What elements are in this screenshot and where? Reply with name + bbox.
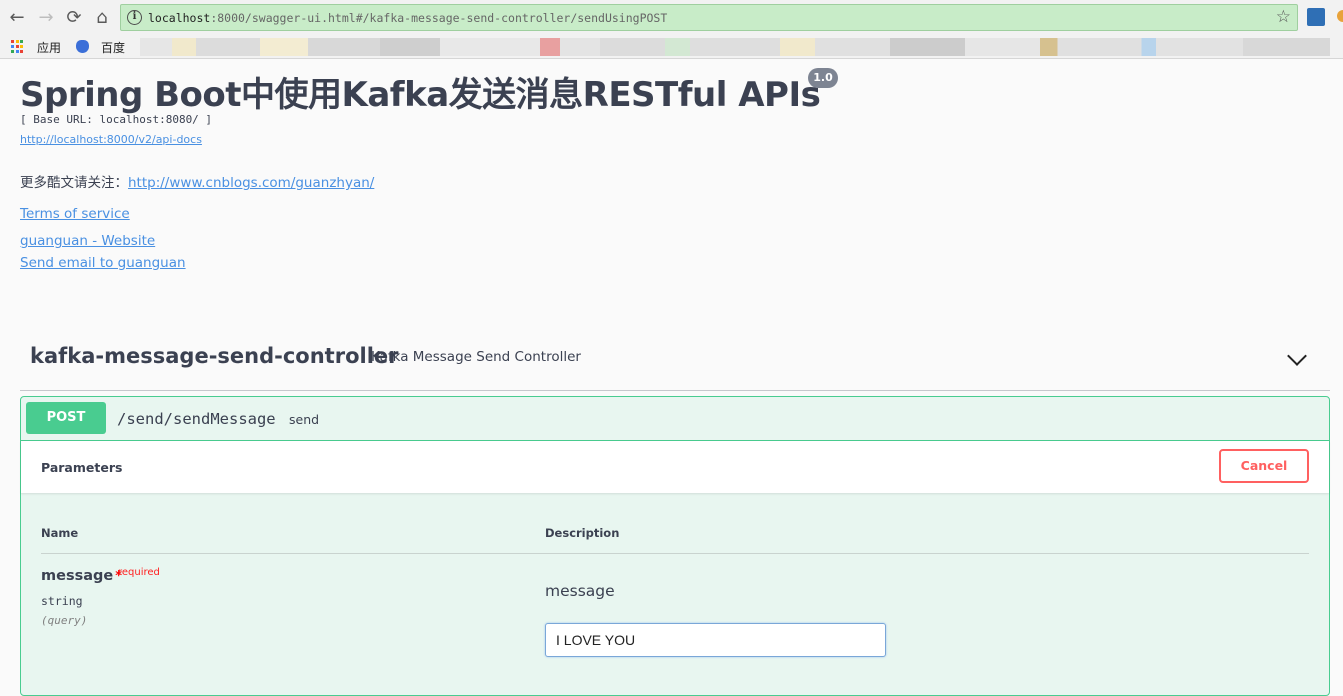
email-link[interactable]: Send email to guanguan bbox=[20, 255, 186, 271]
baidu-paw-icon[interactable] bbox=[76, 40, 89, 53]
operation-summary[interactable]: POST /send/sendMessage send bbox=[21, 397, 1329, 441]
bookmark-baidu[interactable]: 百度 bbox=[101, 39, 125, 56]
parameters-title: Parameters bbox=[41, 460, 123, 475]
back-arrow-icon[interactable]: ← bbox=[6, 6, 28, 28]
operation-block: POST /send/sendMessage send Parameters C… bbox=[20, 396, 1330, 696]
blurred-bookmarks bbox=[140, 38, 540, 56]
column-header-description: Description bbox=[545, 526, 620, 540]
address-bar[interactable]: i localhost:8000/swagger-ui.html#/kafka-… bbox=[120, 4, 1298, 31]
blurred-bookmarks bbox=[1040, 38, 1330, 56]
param-name-text: message bbox=[41, 568, 114, 584]
parameters-header: Parameters Cancel bbox=[21, 441, 1329, 493]
tag-name: kafka-message-send-controller bbox=[30, 344, 399, 368]
forward-arrow-icon[interactable]: → bbox=[35, 6, 57, 28]
chevron-down-icon[interactable] bbox=[1287, 346, 1307, 366]
extension-icon[interactable] bbox=[1337, 10, 1343, 22]
url-text[interactable]: localhost:8000/swagger-ui.html#/kafka-me… bbox=[148, 11, 667, 25]
param-name: message * bbox=[41, 568, 122, 584]
method-badge: POST bbox=[26, 402, 106, 434]
website-link[interactable]: guanguan - Website bbox=[20, 233, 155, 249]
blurred-bookmarks bbox=[540, 38, 1040, 56]
operation-summary-text: send bbox=[289, 412, 320, 427]
extension-icon[interactable] bbox=[1307, 8, 1325, 26]
tag-description: Kafka Message Send Controller bbox=[371, 349, 581, 365]
terms-link[interactable]: Terms of service bbox=[20, 206, 130, 222]
operation-path: /send/sendMessage bbox=[117, 410, 276, 428]
follow-text: 更多酷文请关注：http://www.cnblogs.com/guanzhyan… bbox=[20, 171, 374, 191]
tag-header[interactable]: kafka-message-send-controller Kafka Mess… bbox=[20, 338, 1330, 391]
url-path: :8000/swagger-ui.html#/kafka-message-sen… bbox=[210, 11, 668, 25]
param-location: (query) bbox=[41, 614, 88, 627]
param-type: string bbox=[41, 594, 83, 608]
divider bbox=[41, 553, 1309, 554]
home-icon[interactable]: ⌂ bbox=[91, 6, 113, 28]
column-header-name: Name bbox=[41, 526, 79, 540]
version-badge: 1.0 bbox=[808, 68, 838, 88]
apps-icon[interactable] bbox=[11, 40, 24, 53]
reload-icon[interactable]: ⟳ bbox=[63, 6, 85, 28]
message-input[interactable] bbox=[545, 623, 886, 657]
cancel-button[interactable]: Cancel bbox=[1219, 449, 1309, 483]
page-title: Spring Boot中使用Kafka发送消息RESTful APIs bbox=[20, 75, 821, 115]
info-icon[interactable]: i bbox=[127, 10, 142, 25]
browser-toolbar: ← → ⟳ ⌂ i localhost:8000/swagger-ui.html… bbox=[0, 0, 1343, 35]
follow-label: 更多酷文请关注： bbox=[20, 175, 128, 191]
base-url: [ Base URL: localhost:8080/ ] bbox=[20, 113, 213, 126]
bookmark-apps[interactable]: 应用 bbox=[37, 39, 61, 56]
url-host: localhost bbox=[148, 11, 211, 25]
required-label: required bbox=[118, 567, 160, 578]
api-docs-link[interactable]: http://localhost:8000/v2/api-docs bbox=[20, 133, 202, 146]
bookmarks-bar: 应用 百度 bbox=[0, 35, 1343, 59]
param-description: message bbox=[545, 582, 615, 600]
star-icon[interactable]: ☆ bbox=[1276, 7, 1291, 27]
blog-link[interactable]: http://www.cnblogs.com/guanzhyan/ bbox=[128, 175, 374, 191]
